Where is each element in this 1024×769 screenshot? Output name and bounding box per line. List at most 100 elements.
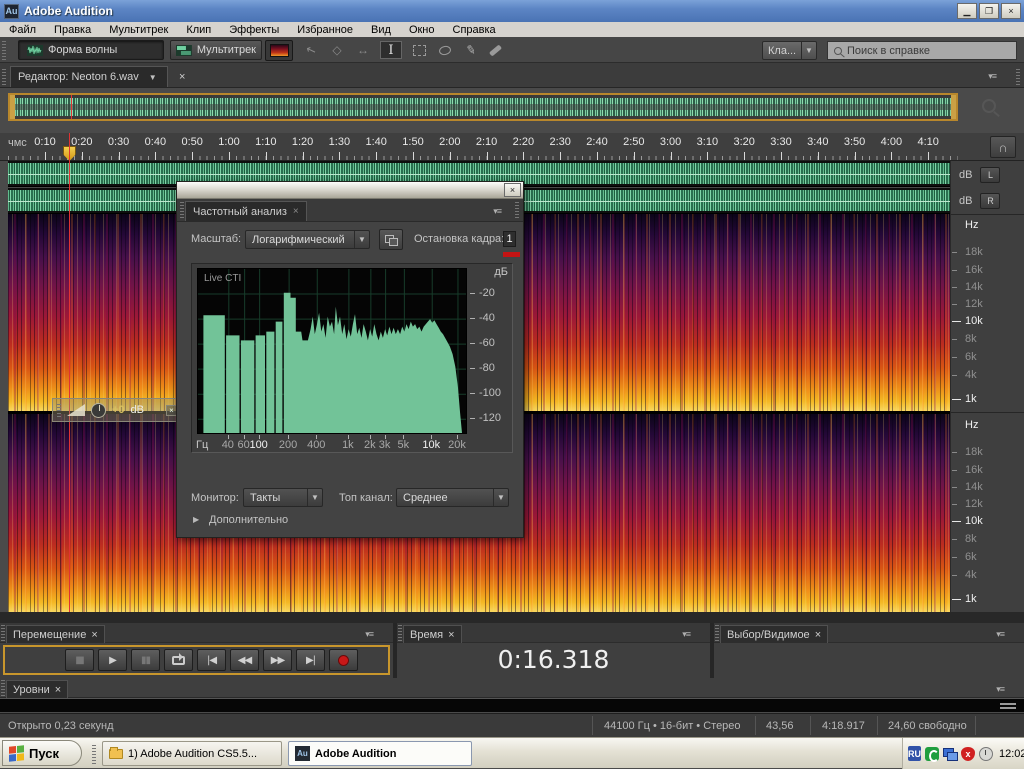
time-stretch-tool[interactable]: ↔	[352, 41, 374, 59]
dialog-title-bar[interactable]: ×	[177, 182, 523, 199]
editor-tab-close-icon[interactable]: ×	[172, 66, 192, 87]
panel-grip[interactable]	[715, 625, 719, 641]
security-shield-icon[interactable]: x	[961, 747, 975, 761]
overview-right-handle[interactable]	[951, 95, 956, 119]
dialog-close-button[interactable]: ×	[504, 183, 521, 197]
waveform-view-label: Форма волны	[48, 44, 117, 56]
panel-grip[interactable]	[1, 680, 5, 696]
hz-tick-label: 1k	[342, 439, 354, 451]
menu-эффекты[interactable]: Эффекты	[220, 22, 288, 37]
tab-close-icon[interactable]: ×	[55, 684, 61, 696]
tray-app-icon[interactable]	[925, 747, 939, 761]
menu-мультитрек[interactable]: Мультитрек	[100, 22, 177, 37]
snap-magnet-button[interactable]: ∩	[990, 136, 1016, 158]
panel-menu-icon[interactable]: ▾≡	[996, 684, 1004, 695]
paintbrush-tool[interactable]: ✎	[460, 41, 482, 59]
tab-close-icon[interactable]: ×	[91, 629, 97, 641]
toolbar-grip[interactable]	[2, 40, 6, 60]
overview-left-handle[interactable]	[10, 95, 15, 119]
waveform-view-button[interactable]: Форма волны	[18, 40, 164, 60]
help-search-input[interactable]: Поиск в справке	[827, 41, 1017, 60]
lasso-selection-tool[interactable]	[434, 41, 456, 59]
taskbar-task-audition[interactable]: Au Adobe Audition	[288, 741, 472, 766]
tab-close-icon[interactable]: ×	[815, 629, 821, 641]
hud-gain-overlay[interactable]: +0 dB ×	[52, 398, 182, 422]
panel-grip[interactable]	[1, 625, 5, 641]
transport-tab[interactable]: Перемещение ×	[6, 625, 105, 643]
advanced-label[interactable]: Дополнительно	[209, 514, 288, 526]
menu-справка[interactable]: Справка	[444, 22, 505, 37]
panel-menu-icon[interactable]: ▾≡	[365, 629, 373, 640]
move-tool[interactable]: ↖	[300, 41, 322, 59]
restore-button[interactable]: ❐	[979, 3, 999, 19]
workspace-dropdown[interactable]: Кла... ▼	[762, 41, 817, 60]
overview-navigator[interactable]	[8, 93, 958, 121]
time-tab[interactable]: Время ×	[403, 625, 462, 643]
multitrack-view-button[interactable]: Мультитрек	[170, 40, 262, 60]
playhead-line[interactable]	[69, 133, 70, 612]
go-to-end-button[interactable]: ▶|	[296, 649, 325, 671]
monitor-dropdown[interactable]: Такты ▼	[243, 488, 323, 507]
language-indicator[interactable]: RU	[908, 746, 921, 761]
start-button[interactable]: Пуск	[2, 740, 82, 766]
close-button[interactable]: ×	[1001, 3, 1021, 19]
frequency-plot[interactable]: Live CTI	[197, 268, 467, 434]
time-selection-tool[interactable]: I	[380, 41, 402, 59]
time-display[interactable]: 0:16.318	[397, 645, 710, 674]
taskbar-grip[interactable]	[92, 744, 96, 764]
hud-grip[interactable]	[57, 403, 61, 417]
zoom-out-icon[interactable]	[982, 99, 996, 113]
spot-healing-tool[interactable]	[484, 41, 506, 59]
stop-button[interactable]: ■	[65, 649, 94, 671]
panel-grip[interactable]	[515, 202, 519, 218]
tray-clock-icon[interactable]	[979, 747, 993, 761]
chevron-down-icon[interactable]: ▼	[145, 70, 160, 85]
panel-grip[interactable]	[2, 67, 6, 85]
play-button[interactable]: ▶	[98, 649, 127, 671]
levels-meter[interactable]	[0, 698, 1024, 712]
tab-close-icon[interactable]: ×	[448, 629, 454, 641]
fast-forward-button[interactable]: ▶▶	[263, 649, 292, 671]
time-ruler[interactable]: чмс ∩ 0:100:200:300:400:501:001:101:201:…	[0, 133, 1024, 161]
gain-knob[interactable]	[91, 403, 106, 418]
taskbar-task-folder[interactable]: 1) Adobe Audition CS5.5...	[102, 741, 282, 766]
panel-grip[interactable]	[1016, 67, 1020, 85]
selection-tab[interactable]: Выбор/Видимое ×	[720, 625, 828, 643]
scale-dropdown[interactable]: Логарифмический ▼	[245, 230, 370, 249]
panel-grip[interactable]	[180, 202, 184, 218]
menu-избранное[interactable]: Избранное	[288, 22, 362, 37]
menu-клип[interactable]: Клип	[177, 22, 220, 37]
menu-вид[interactable]: Вид	[362, 22, 400, 37]
rewind-button[interactable]: ◀◀	[230, 649, 259, 671]
minimize-button[interactable]: ▁	[957, 3, 977, 19]
ruler-tick	[560, 152, 561, 160]
marquee-selection-tool[interactable]	[408, 41, 430, 59]
menu-файл[interactable]: Файл	[0, 22, 45, 37]
tab-close-icon[interactable]: ×	[293, 206, 299, 217]
frequency-analysis-dialog[interactable]: × Частотный анализ × ▾≡ Масштаб: Логариф…	[176, 181, 524, 538]
panel-menu-icon[interactable]: ▾≡	[682, 629, 690, 640]
frequency-analysis-tab[interactable]: Частотный анализ ×	[185, 201, 307, 221]
record-button[interactable]	[329, 649, 358, 671]
editor-tab[interactable]: Редактор: Neoton 6.wav ▼	[10, 66, 168, 87]
panel-menu-icon[interactable]: ▾≡	[988, 71, 996, 82]
right-channel-button[interactable]: R	[980, 193, 1000, 209]
freeze-frames-value[interactable]: 1	[503, 231, 516, 247]
network-icon[interactable]	[943, 747, 957, 761]
menu-правка[interactable]: Правка	[45, 22, 100, 37]
top-channel-dropdown[interactable]: Среднее ▼	[396, 488, 509, 507]
menu-окно[interactable]: Окно	[400, 22, 444, 37]
panel-menu-icon[interactable]: ▾≡	[493, 206, 501, 217]
panel-grip[interactable]	[398, 625, 402, 641]
spectral-display-toggle[interactable]	[265, 40, 293, 61]
panel-menu-icon[interactable]: ▾≡	[996, 629, 1004, 640]
levels-tab[interactable]: Уровни ×	[6, 680, 68, 698]
pause-button[interactable]: ▮▮	[131, 649, 160, 671]
left-channel-button[interactable]: L	[980, 167, 1000, 183]
copy-graph-button[interactable]	[379, 229, 403, 250]
expander-arrow-icon[interactable]: ▶	[193, 515, 199, 524]
loop-play-button[interactable]	[164, 649, 193, 671]
go-to-start-button[interactable]: |◀	[197, 649, 226, 671]
slip-tool[interactable]: ◇	[326, 41, 348, 59]
meter-grip[interactable]	[1000, 703, 1016, 709]
